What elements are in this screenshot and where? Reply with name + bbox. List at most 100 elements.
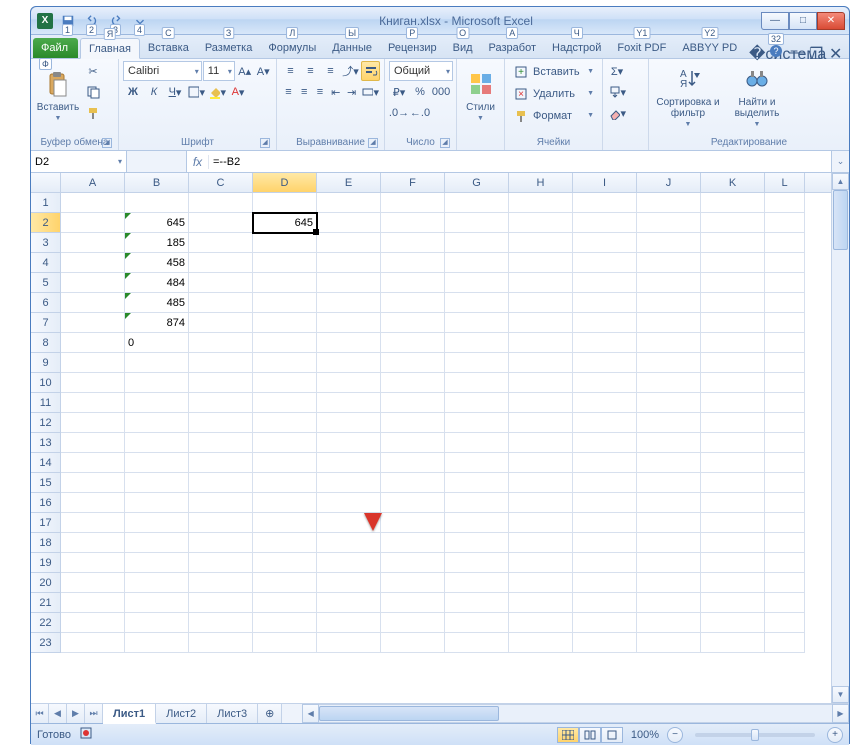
doc-restore-button[interactable]: ❐ xyxy=(809,44,823,58)
font-color-button[interactable]: A▾ xyxy=(228,82,248,102)
cell-I16[interactable] xyxy=(573,493,637,513)
cell-J19[interactable] xyxy=(637,553,701,573)
scroll-track[interactable] xyxy=(319,704,832,723)
cell-G11[interactable] xyxy=(445,393,509,413)
scroll-thumb[interactable] xyxy=(833,190,848,250)
cell-B7[interactable]: 874 xyxy=(125,313,189,333)
cell-A8[interactable] xyxy=(61,333,125,353)
cell-J6[interactable] xyxy=(637,293,701,313)
ribbon-tab-Foxit PDF[interactable]: Foxit PDFY1 xyxy=(609,38,674,58)
cell-K5[interactable] xyxy=(701,273,765,293)
cell-A11[interactable] xyxy=(61,393,125,413)
close-button[interactable]: ✕ xyxy=(817,12,845,30)
column-header-I[interactable]: I xyxy=(573,173,637,192)
cell-D23[interactable] xyxy=(253,633,317,653)
first-sheet-button[interactable]: ⏮ xyxy=(31,704,49,723)
cell-E1[interactable] xyxy=(317,193,381,213)
cell-E14[interactable] xyxy=(317,453,381,473)
row-header-2[interactable]: 2 xyxy=(31,213,61,233)
formula-input[interactable] xyxy=(209,156,831,168)
cell-F8[interactable] xyxy=(381,333,445,353)
cell-H12[interactable] xyxy=(509,413,573,433)
row-header-15[interactable]: 15 xyxy=(31,473,61,493)
cell-B18[interactable] xyxy=(125,533,189,553)
cell-G1[interactable] xyxy=(445,193,509,213)
cell-C7[interactable] xyxy=(189,313,253,333)
cell-G12[interactable] xyxy=(445,413,509,433)
zoom-level[interactable]: 100% xyxy=(631,729,659,741)
cell-E22[interactable] xyxy=(317,613,381,633)
column-header-K[interactable]: K xyxy=(701,173,765,192)
underline-button[interactable]: Ч▾ xyxy=(165,82,185,102)
zoom-slider[interactable] xyxy=(695,733,815,737)
cell-E20[interactable] xyxy=(317,573,381,593)
row-header-22[interactable]: 22 xyxy=(31,613,61,633)
macro-record-icon[interactable] xyxy=(79,726,93,743)
cell-K9[interactable] xyxy=(701,353,765,373)
cell-C16[interactable] xyxy=(189,493,253,513)
cell-G15[interactable] xyxy=(445,473,509,493)
align-top-button[interactable]: ≡ xyxy=(281,61,300,81)
align-left-button[interactable]: ≡ xyxy=(281,82,296,102)
cell-E11[interactable] xyxy=(317,393,381,413)
cell-E21[interactable] xyxy=(317,593,381,613)
cell-C9[interactable] xyxy=(189,353,253,373)
cell-I1[interactable] xyxy=(573,193,637,213)
cell-I8[interactable] xyxy=(573,333,637,353)
cell-I15[interactable] xyxy=(573,473,637,493)
fill-button[interactable]: ▾ xyxy=(607,82,627,102)
cell-H10[interactable] xyxy=(509,373,573,393)
cell-I6[interactable] xyxy=(573,293,637,313)
cell-J8[interactable] xyxy=(637,333,701,353)
cell-C14[interactable] xyxy=(189,453,253,473)
cell-B3[interactable]: 185 xyxy=(125,233,189,253)
cell-H11[interactable] xyxy=(509,393,573,413)
insert-function-button[interactable]: fx xyxy=(187,155,209,169)
qat-customize-button[interactable]: 4 xyxy=(129,11,151,31)
cell-E23[interactable] xyxy=(317,633,381,653)
cell-C18[interactable] xyxy=(189,533,253,553)
cell-B4[interactable]: 458 xyxy=(125,253,189,273)
row-header-1[interactable]: 1 xyxy=(31,193,61,213)
cell-G21[interactable] xyxy=(445,593,509,613)
column-header-A[interactable]: A xyxy=(61,173,125,192)
cell-K19[interactable] xyxy=(701,553,765,573)
copy-button[interactable] xyxy=(83,82,103,102)
cell-K10[interactable] xyxy=(701,373,765,393)
cell-E10[interactable] xyxy=(317,373,381,393)
cell-A20[interactable] xyxy=(61,573,125,593)
cell-L8[interactable] xyxy=(765,333,805,353)
cell-D6[interactable] xyxy=(253,293,317,313)
cell-E2[interactable] xyxy=(317,213,381,233)
cell-F3[interactable] xyxy=(381,233,445,253)
cell-C10[interactable] xyxy=(189,373,253,393)
ribbon-tab-ABBYY PD[interactable]: ABBYY PDY2 xyxy=(674,38,745,58)
cell-A17[interactable] xyxy=(61,513,125,533)
cell-B11[interactable] xyxy=(125,393,189,413)
cell-L23[interactable] xyxy=(765,633,805,653)
cell-A5[interactable] xyxy=(61,273,125,293)
cell-A16[interactable] xyxy=(61,493,125,513)
cell-B5[interactable]: 484 xyxy=(125,273,189,293)
cell-G8[interactable] xyxy=(445,333,509,353)
cell-A19[interactable] xyxy=(61,553,125,573)
cell-A9[interactable] xyxy=(61,353,125,373)
qat-save-button[interactable]: 1 xyxy=(57,11,79,31)
cell-H5[interactable] xyxy=(509,273,573,293)
increase-decimal-button[interactable]: .0→ xyxy=(389,103,409,123)
cell-E9[interactable] xyxy=(317,353,381,373)
cell-H14[interactable] xyxy=(509,453,573,473)
cell-H1[interactable] xyxy=(509,193,573,213)
cell-K6[interactable] xyxy=(701,293,765,313)
cell-C12[interactable] xyxy=(189,413,253,433)
merge-button[interactable]: ▾ xyxy=(360,82,380,102)
next-sheet-button[interactable]: ▶ xyxy=(67,704,85,723)
cell-G22[interactable] xyxy=(445,613,509,633)
doc-close-button[interactable]: ✕ xyxy=(829,44,843,58)
cell-H16[interactable] xyxy=(509,493,573,513)
insert-cells-button[interactable]: +Вставить▼ xyxy=(509,61,598,82)
row-header-5[interactable]: 5 xyxy=(31,273,61,293)
cell-G13[interactable] xyxy=(445,433,509,453)
cell-L14[interactable] xyxy=(765,453,805,473)
scroll-down-button[interactable]: ▼ xyxy=(832,686,849,703)
